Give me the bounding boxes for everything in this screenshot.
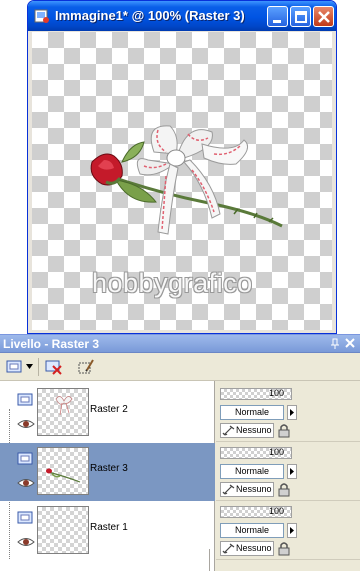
link-set-value: Nessuno (236, 543, 272, 553)
close-button[interactable] (313, 6, 334, 27)
link-set-field[interactable]: Nessuno (220, 541, 274, 556)
raster-layer-icon (17, 452, 33, 465)
layer-name[interactable]: Raster 3 (90, 463, 128, 474)
visibility-eye-icon[interactable] (17, 536, 35, 548)
opacity-value: 100 (269, 447, 285, 457)
layer-thumbnail (37, 506, 89, 554)
palette-toolbar (0, 353, 360, 381)
delete-layer-icon[interactable] (45, 358, 63, 376)
rose-thumbnail-art (46, 468, 81, 483)
layer-name[interactable]: Raster 2 (90, 404, 128, 415)
link-set-field[interactable]: Nessuno (220, 423, 274, 438)
pin-icon[interactable] (330, 338, 340, 350)
layer-thumbnail (37, 447, 89, 495)
blend-mode-arrow[interactable] (287, 464, 297, 479)
chevron-right-icon (290, 468, 294, 475)
layer-row-raster-1[interactable]: Raster 1 (0, 502, 215, 560)
lock-icon[interactable] (277, 423, 291, 438)
document-icon (34, 9, 49, 23)
minimize-button[interactable] (267, 6, 288, 27)
close-icon (318, 11, 330, 23)
layers-palette: Livello - Raster 3 Raster 2 Raster 3 Ras… (0, 334, 360, 571)
brush-link-icon (222, 543, 235, 554)
opacity-slider[interactable]: 100 (220, 388, 292, 400)
layer-row-raster-3[interactable]: Raster 3 (0, 443, 215, 501)
palette-titlebar[interactable]: Livello - Raster 3 (0, 335, 360, 353)
opacity-slider[interactable]: 100 (220, 447, 292, 459)
link-set-value: Nessuno (236, 425, 272, 435)
raster-layer-icon (17, 393, 33, 406)
layer-list: Raster 2 Raster 3 Raster 1 (0, 381, 215, 571)
blend-mode-select[interactable]: Normale (220, 464, 284, 479)
link-set-value: Nessuno (236, 484, 272, 494)
layer-properties: 100 Normale Nessuno 100 Normale Nessuno … (216, 381, 360, 571)
blend-mode-select[interactable]: Normale (220, 405, 284, 420)
opacity-value: 100 (269, 506, 285, 516)
image-window: Immagine1* @ 100% (Raster 3) hobbygrafic… (27, 0, 337, 334)
layer-thumbnail (37, 388, 89, 436)
brush-link-icon (222, 484, 235, 495)
window-title: Immagine1* @ 100% (Raster 3) (55, 8, 245, 23)
lock-icon[interactable] (277, 541, 291, 556)
toolbar-divider (38, 358, 39, 376)
dropdown-arrow-icon[interactable] (26, 363, 33, 370)
blend-mode-arrow[interactable] (287, 523, 297, 538)
visibility-eye-icon[interactable] (17, 477, 35, 489)
layer-props-raster-1: 100 Normale Nessuno (216, 502, 360, 560)
palette-close-icon[interactable] (344, 337, 356, 349)
maximize-icon (295, 11, 307, 23)
edit-selection-icon[interactable] (77, 358, 95, 376)
rose-image (90, 125, 283, 235)
raster-layer-icon (17, 511, 33, 524)
window-titlebar[interactable]: Immagine1* @ 100% (Raster 3) (28, 1, 336, 31)
link-set-field[interactable]: Nessuno (220, 482, 274, 497)
minimize-icon (273, 20, 281, 23)
opacity-slider[interactable]: 100 (220, 506, 292, 518)
image-canvas[interactable]: hobbygrafico (32, 32, 332, 330)
chevron-right-icon (290, 409, 294, 416)
layer-row-raster-2[interactable]: Raster 2 (0, 384, 215, 442)
new-raster-layer-icon[interactable] (6, 358, 24, 376)
ribbon-thumbnail-art (55, 396, 73, 416)
visibility-eye-icon[interactable] (17, 418, 35, 430)
blend-mode-arrow[interactable] (287, 405, 297, 420)
blend-mode-select[interactable]: Normale (220, 523, 284, 538)
lock-icon[interactable] (277, 482, 291, 497)
watermark-text: hobbygrafico (92, 268, 253, 298)
palette-title: Livello - Raster 3 (3, 337, 100, 351)
chevron-right-icon (290, 527, 294, 534)
layer-name[interactable]: Raster 1 (90, 522, 128, 533)
layer-props-raster-3: 100 Normale Nessuno (216, 443, 360, 501)
opacity-value: 100 (269, 388, 285, 398)
screen: Immagine1* @ 100% (Raster 3) hobbygrafic… (0, 0, 360, 571)
layer-props-raster-2: 100 Normale Nessuno (216, 384, 360, 442)
maximize-button[interactable] (290, 6, 311, 27)
brush-link-icon (222, 425, 235, 436)
